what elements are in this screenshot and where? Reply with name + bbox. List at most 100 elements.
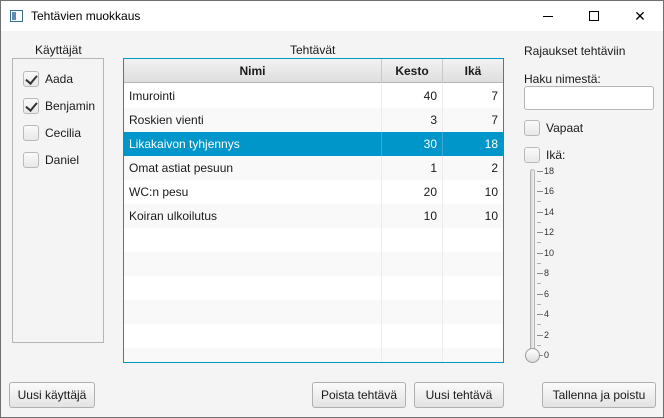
slider-tick-label: 10 (544, 248, 555, 258)
age-slider-thumb[interactable] (525, 348, 540, 363)
minimize-icon (543, 15, 553, 17)
cell-age: 2 (491, 161, 498, 175)
checkbox-icon[interactable] (524, 120, 540, 136)
slider-major-tick (537, 191, 543, 192)
slider-tick-label: 12 (544, 227, 555, 237)
column-header-duration[interactable]: Kesto (382, 59, 443, 83)
slider-major-tick (537, 171, 543, 172)
checkbox-icon[interactable] (524, 147, 540, 163)
user-label: Daniel (45, 153, 80, 167)
table-row-empty (124, 252, 503, 276)
cell-duration: 30 (382, 132, 443, 156)
age-checkbox[interactable]: Ikä: (524, 146, 565, 164)
age-label: Ikä: (546, 148, 566, 162)
users-heading: Käyttäjät (35, 43, 82, 57)
slider-tick-label: 14 (544, 207, 555, 217)
table-row-empty (124, 324, 503, 348)
column-header-name[interactable]: Nimi (124, 59, 382, 83)
cell-name: Omat astiat pesuun (124, 156, 382, 180)
cell-name: Imurointi (124, 84, 382, 108)
cell-duration: 3 (382, 108, 443, 132)
slider-major-tick (537, 335, 543, 336)
table-row[interactable]: Omat astiat pesuun 1 2 (124, 156, 503, 180)
cell-age: 7 (491, 89, 498, 103)
checkbox-icon[interactable] (23, 152, 39, 168)
user-checkbox-cecilia[interactable]: Cecilia (23, 124, 81, 142)
cell-name: Likakaivon tyhjennys (124, 132, 382, 156)
slider-minor-tick (537, 283, 541, 284)
table-row[interactable]: Roskien vienti 3 7 (124, 108, 503, 132)
column-header-age[interactable]: Ikä (443, 59, 503, 83)
cell-name: Koiran ulkoilutus (124, 204, 382, 228)
cell-age: 10 (484, 209, 498, 223)
slider-tick-label: 16 (544, 186, 555, 196)
table-row[interactable]: Koiran ulkoilutus 10 10 (124, 204, 503, 228)
table-header: Nimi Kesto Ikä (124, 59, 503, 83)
table-row[interactable]: WC:n pesu 20 10 (124, 180, 503, 204)
tasks-heading: Tehtävät (290, 43, 336, 57)
age-slider-track[interactable] (530, 169, 535, 357)
cell-duration: 20 (382, 180, 443, 204)
users-list: Aada Benjamin Cecilia Daniel (12, 58, 104, 343)
app-window: Tehtävien muokkaus ✕ Käyttäjät Aada Benj… (0, 0, 664, 418)
slider-minor-tick (537, 181, 541, 182)
search-input[interactable] (524, 86, 654, 110)
cell-name: Roskien vienti (124, 108, 382, 132)
new-task-button[interactable]: Uusi tehtävä (414, 382, 504, 408)
slider-tick-label: 0 (544, 350, 550, 360)
slider-major-tick (537, 273, 543, 274)
user-checkbox-benjamin[interactable]: Benjamin (23, 97, 95, 115)
minimize-button[interactable] (525, 1, 571, 31)
cell-age: 7 (491, 113, 498, 127)
free-label: Vapaat (546, 121, 584, 135)
slider-tick-label: 6 (544, 289, 550, 299)
slider-minor-tick (537, 242, 541, 243)
slider-tick-label: 18 (544, 166, 555, 176)
free-checkbox[interactable]: Vapaat (524, 119, 583, 137)
slider-minor-tick (537, 345, 541, 346)
slider-minor-tick (537, 201, 541, 202)
title-bar[interactable]: Tehtävien muokkaus ✕ (1, 1, 663, 31)
slider-major-tick (537, 232, 543, 233)
table-row-empty (124, 348, 503, 362)
close-icon: ✕ (634, 7, 646, 24)
slider-minor-tick (537, 324, 541, 325)
cell-age: 18 (484, 137, 498, 151)
table-row[interactable]: Imurointi 40 7 (124, 84, 503, 108)
user-label: Benjamin (45, 99, 96, 113)
save-exit-button[interactable]: Tallenna ja poistu (542, 382, 656, 408)
slider-tick-label: 8 (544, 268, 550, 278)
slider-tick-label: 2 (544, 330, 550, 340)
maximize-icon (589, 11, 599, 21)
slider-minor-tick (537, 304, 541, 305)
filters-heading: Rajaukset tehtäviin (524, 44, 626, 58)
window-title: Tehtävien muokkaus (31, 9, 141, 23)
cell-duration: 1 (382, 156, 443, 180)
checkbox-checked-icon[interactable] (23, 98, 39, 114)
app-icon (10, 10, 23, 22)
slider-major-tick (537, 212, 543, 213)
table-row-empty (124, 228, 503, 252)
slider-major-tick (537, 314, 543, 315)
slider-major-tick (537, 253, 543, 254)
slider-tick-label: 4 (544, 309, 550, 319)
slider-major-tick (537, 294, 543, 295)
cell-age: 10 (484, 185, 498, 199)
close-button[interactable]: ✕ (617, 1, 663, 31)
maximize-button[interactable] (571, 1, 617, 31)
cell-name: WC:n pesu (124, 180, 382, 204)
user-checkbox-aada[interactable]: Aada (23, 70, 73, 88)
table-row-empty (124, 276, 503, 300)
table-row-empty (124, 300, 503, 324)
delete-task-button[interactable]: Poista tehtävä (312, 382, 406, 408)
user-checkbox-daniel[interactable]: Daniel (23, 151, 79, 169)
new-user-button[interactable]: Uusi käyttäjä (9, 382, 95, 408)
tasks-table[interactable]: Nimi Kesto Ikä Imurointi 40 7 Roskien vi… (123, 58, 504, 363)
search-label: Haku nimestä: (524, 72, 601, 86)
user-label: Cecilia (45, 126, 82, 140)
checkbox-checked-icon[interactable] (23, 71, 39, 87)
table-row-selected[interactable]: Likakaivon tyhjennys 30 18 (124, 132, 503, 156)
checkbox-icon[interactable] (23, 125, 39, 141)
cell-duration: 10 (382, 204, 443, 228)
cell-duration: 40 (382, 84, 443, 108)
